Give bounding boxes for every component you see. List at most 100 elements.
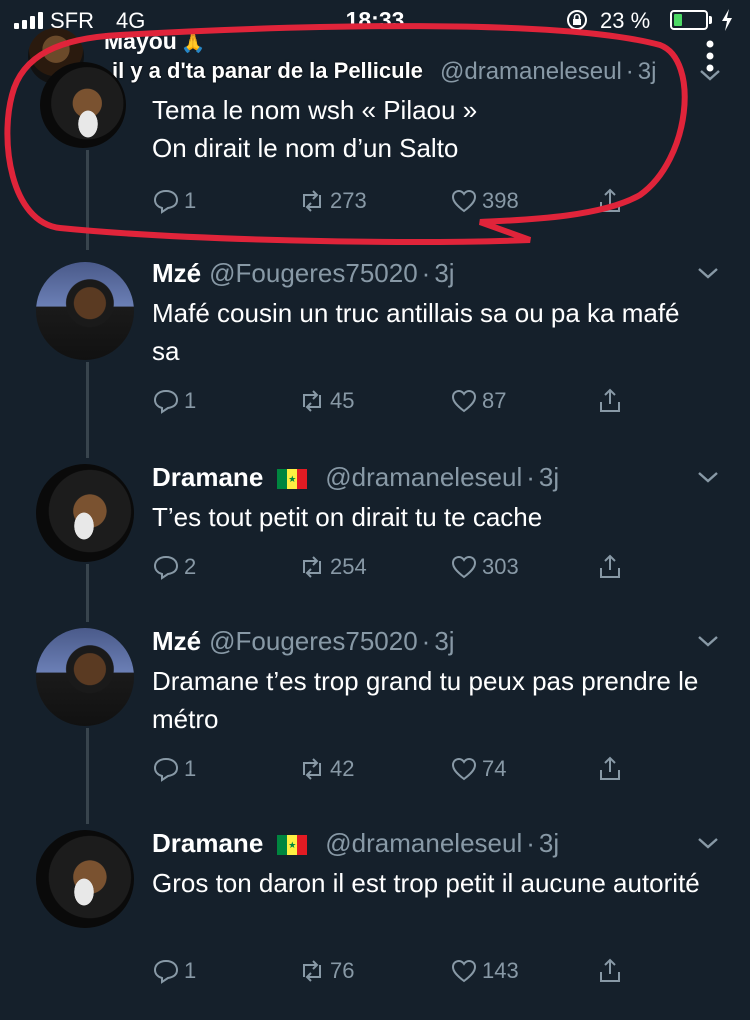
- retweet-icon: [303, 758, 321, 780]
- user-name[interactable]: Dramane: [152, 828, 263, 858]
- reply-button[interactable]: 1: [152, 384, 196, 418]
- reply-count: 1: [184, 388, 197, 413]
- avatar[interactable]: [36, 830, 134, 928]
- chevron-down-icon[interactable]: [696, 836, 720, 850]
- reply-button[interactable]: 1: [152, 184, 196, 218]
- retweet-button[interactable]: 42: [298, 752, 354, 786]
- reply-count: 1: [184, 756, 197, 781]
- handle[interactable]: @dramaneleseul: [440, 58, 622, 85]
- user-name[interactable]: Mzé: [152, 258, 201, 288]
- retweet-count: 76: [330, 958, 355, 983]
- reply-count: 1: [184, 958, 197, 983]
- retweet-count: 42: [330, 756, 355, 781]
- tweet-text: Mafé cousin un truc antillais sa ou pa k…: [152, 298, 680, 366]
- share-icon: [600, 958, 620, 982]
- like-count: 143: [482, 958, 519, 983]
- top-user-name[interactable]: Mayou 🙏: [104, 28, 206, 55]
- reply-icon: [153, 757, 179, 782]
- chevron-down-icon[interactable]: [696, 266, 720, 280]
- retweet-icon: [303, 190, 321, 212]
- battery-icon: [670, 10, 708, 30]
- handle[interactable]: @dramaneleseul: [325, 828, 522, 858]
- timestamp: 3j: [434, 258, 455, 288]
- chevron-down-icon[interactable]: [698, 68, 722, 82]
- retweet-count: 254: [330, 554, 367, 579]
- tweet-actions: 1 45 87: [152, 384, 652, 418]
- tweet[interactable]: Dramane ★ @dramaneleseul · 3j Gros ton daron…: [0, 826, 750, 1006]
- avatar[interactable]: [36, 464, 134, 562]
- tweet-header: @dramaneleseul · 3j: [440, 58, 657, 85]
- reply-icon: [153, 389, 179, 414]
- reply-icon: [153, 555, 179, 580]
- heart-icon: [451, 555, 477, 579]
- tweet-text: Gros ton daron il est trop petit il aucu…: [152, 868, 700, 898]
- like-count: 87: [482, 388, 507, 413]
- tweet-header: Mzé @Fougeres75020 · 3j: [152, 258, 455, 288]
- user-name[interactable]: Mzé: [152, 626, 201, 656]
- thread-line: [86, 362, 89, 458]
- timestamp: 3j: [637, 58, 657, 85]
- avatar[interactable]: [36, 262, 134, 360]
- user-name[interactable]: Dramane: [152, 462, 263, 492]
- tweet-text-line: Tema le nom wsh « Pilaou »: [152, 95, 478, 125]
- like-button[interactable]: 87: [450, 384, 506, 418]
- like-button[interactable]: 74: [450, 752, 506, 786]
- tweet-header: Dramane ★ @dramaneleseul · 3j: [152, 462, 560, 492]
- tweet-text: Tema le nom wsh « Pilaou » On dirait le …: [152, 91, 712, 167]
- thread-line: [86, 728, 89, 824]
- avatar[interactable]: [36, 628, 134, 726]
- rotation-lock-icon: [567, 10, 587, 30]
- chevron-down-icon[interactable]: [696, 634, 720, 648]
- handle[interactable]: @Fougeres75020: [209, 626, 418, 656]
- share-button[interactable]: [596, 184, 628, 218]
- retweet-icon: [303, 390, 321, 412]
- share-button[interactable]: [596, 384, 628, 418]
- tweet-text: Dramane t’es trop grand tu peux pas pren…: [152, 666, 699, 734]
- like-button[interactable]: 303: [450, 550, 519, 584]
- heart-icon: [451, 189, 477, 213]
- tweet-actions: 1 42 74: [152, 752, 652, 786]
- retweet-button[interactable]: 273: [298, 184, 367, 218]
- heart-icon: [451, 389, 477, 413]
- tweet[interactable]: Dramane ★ @dramaneleseul · 3j T’es tout peti…: [0, 460, 750, 610]
- like-button[interactable]: 398: [450, 184, 519, 218]
- tweet-header: Mzé @Fougeres75020 · 3j: [152, 626, 455, 656]
- retweet-button[interactable]: 76: [298, 954, 354, 988]
- senegal-flag-icon: ★: [277, 469, 308, 489]
- share-button[interactable]: [596, 954, 628, 988]
- reply-button[interactable]: 1: [152, 752, 196, 786]
- reply-count: 1: [184, 188, 197, 213]
- tweet[interactable]: Mzé @Fougeres75020 · 3j Dramane t’es trop g…: [0, 624, 750, 804]
- handle[interactable]: @dramaneleseul: [325, 462, 522, 492]
- share-icon: [600, 756, 620, 780]
- share-icon: [600, 388, 620, 412]
- chevron-down-icon[interactable]: [696, 470, 720, 484]
- tweet-text-line: On dirait le nom d’un Salto: [152, 133, 459, 163]
- handle[interactable]: @Fougeres75020: [209, 258, 418, 288]
- tweet-actions: 1 76 143: [152, 954, 652, 988]
- reply-button[interactable]: 1: [152, 954, 196, 988]
- like-count: 303: [482, 554, 519, 579]
- like-count: 398: [482, 188, 519, 213]
- retweet-button[interactable]: 45: [298, 384, 354, 418]
- avatar[interactable]: [40, 62, 126, 148]
- like-button[interactable]: 143: [450, 954, 519, 988]
- thread-line: [86, 564, 89, 622]
- share-button[interactable]: [596, 550, 628, 584]
- retweet-count: 273: [330, 188, 367, 213]
- retweet-button[interactable]: 254: [298, 550, 367, 584]
- share-button[interactable]: [596, 752, 628, 786]
- reply-icon: [153, 189, 179, 214]
- retweet-icon: [303, 960, 321, 982]
- retweet-icon: [303, 556, 321, 578]
- top-subtitle: il y a d'ta panar de la Pellicule: [112, 58, 423, 83]
- timestamp: 3j: [538, 828, 560, 858]
- reply-button[interactable]: 2: [152, 550, 196, 584]
- tweet-header: Dramane ★ @dramaneleseul · 3j: [152, 828, 560, 858]
- retweet-count: 45: [330, 388, 355, 413]
- tweet[interactable]: Mzé @Fougeres75020 · 3j Mafé cousin un truc…: [0, 256, 750, 436]
- tweet-actions: 1 273 398: [152, 184, 652, 218]
- reply-count: 2: [184, 554, 197, 579]
- timestamp: 3j: [538, 462, 560, 492]
- like-count: 74: [482, 756, 507, 781]
